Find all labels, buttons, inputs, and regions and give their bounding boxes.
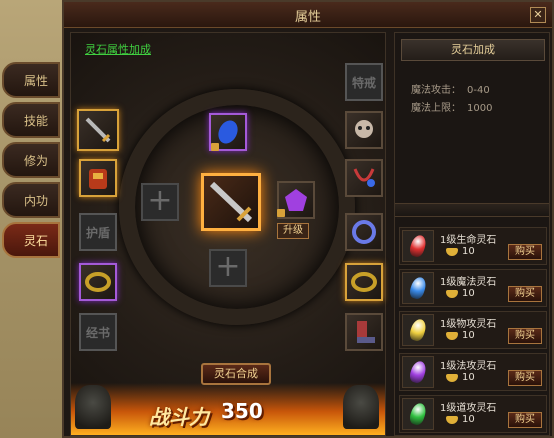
item-name: 1级生命灵石 [440,235,497,246]
shop-item: 1级生命灵石 10 购买 [399,227,547,265]
helmet-slot[interactable] [345,111,383,149]
buy-button[interactable]: 购买 [508,370,542,386]
item-name: 1级法攻灵石 [440,361,497,372]
combat-power-value: 350 [221,399,263,423]
gem-slot[interactable] [402,272,434,304]
sword-icon [209,181,253,223]
armor-icon [89,169,107,189]
empty-gem-slot-left[interactable]: + [141,183,179,221]
locked-slot-label: 经书 [85,325,110,340]
boots-icon [357,321,375,343]
gem-slot[interactable] [402,356,434,388]
bracelet-icon [352,220,376,244]
item-price: 10 [462,330,475,341]
item-name: 1级物攻灵石 [440,319,497,330]
gem-slot[interactable] [402,398,434,430]
skull-helmet-icon [355,120,373,138]
shop-item: 1级物攻灵石 10 购买 [399,311,547,349]
item-name: 1级道攻灵石 [440,403,497,414]
buy-button[interactable]: 购买 [508,286,542,302]
center-weapon-slot[interactable] [201,173,261,231]
gem-icon [407,317,429,343]
locked-slot-label: 特戒 [351,75,376,90]
lock-icon [211,143,219,151]
tab-label: 内功 [23,193,48,208]
gem-slot[interactable] [402,230,434,262]
equipment-panel: 灵石属性加成 护盾 经书 特戒 + + 升级 灵石合成 战斗力 350 [70,32,386,436]
item-name: 1级魔法灵石 [440,277,497,288]
ring-slot-left[interactable] [79,263,117,301]
ring-icon [351,272,377,292]
combat-power-label: 战斗力 [149,405,209,429]
item-price: 10 [462,288,475,299]
upgrade-button[interactable]: 升级 [277,223,309,239]
item-price: 10 [462,372,475,383]
stat-name: 魔法攻击： [411,85,461,96]
armor-slot[interactable] [79,159,117,197]
stat-magic-cap: 魔法上限： 1000 [411,99,492,114]
tab-label: 技能 [23,113,48,128]
gold-ingot-icon [446,248,458,256]
gold-ingot-icon [446,332,458,340]
special-ring-slot[interactable]: 特戒 [345,63,383,101]
combine-button[interactable]: 灵石合成 [201,363,271,385]
locked-slot-label: 护盾 [85,225,110,240]
sword-icon [85,117,111,143]
stat-name: 魔法上限： [411,103,461,114]
shop-item: 1级道攻灵石 10 购买 [399,395,547,433]
spirit-stone-bonus-link[interactable]: 灵石属性加成 [85,41,151,57]
weapon-slot[interactable] [77,109,119,151]
ring-slot-right[interactable] [345,263,383,301]
boots-slot[interactable] [345,313,383,351]
bracelet-slot[interactable] [345,213,383,251]
tab-inner-power[interactable]: 内功 [2,182,60,218]
tab-skills[interactable]: 技能 [2,102,60,138]
gem-icon [407,275,429,301]
stat-value: 0-40 [467,85,490,96]
gold-ingot-icon [446,290,458,298]
bonus-panel: 灵石加成 魔法攻击： 0-40 魔法上限： 1000 1级生命灵石 10 购买 1级… [394,32,550,436]
scripture-slot[interactable]: 经书 [79,313,117,351]
necklace-icon [353,168,375,187]
buy-button[interactable]: 购买 [508,244,542,260]
gem-slot[interactable] [402,314,434,346]
tab-label: 属性 [23,73,48,88]
buy-button[interactable]: 购买 [508,328,542,344]
panel-divider [395,203,549,217]
statue-left [75,385,111,429]
tab-spirit-stone[interactable]: 灵石 [2,222,60,258]
ring-icon [85,272,111,292]
tab-attributes[interactable]: 属性 [2,62,60,98]
gem-icon [407,233,429,259]
tab-label: 修为 [23,153,48,168]
gold-ingot-icon [446,374,458,382]
tab-cultivation[interactable]: 修为 [2,142,60,178]
gem-icon [407,359,429,385]
buy-button[interactable]: 购买 [508,412,542,428]
gold-ingot-icon [446,416,458,424]
close-button[interactable]: ✕ [530,7,546,23]
title-bar: 属性 ✕ [64,2,552,28]
tab-label: 灵石 [23,233,48,248]
shop-item: 1级魔法灵石 10 购买 [399,269,547,307]
lock-icon [277,209,285,217]
attributes-window: 属性 ✕ 灵石属性加成 护盾 经书 特戒 + + 升级 灵石合成 战斗力 350… [62,0,554,438]
statue-right [343,385,379,429]
gem-icon [407,401,429,427]
stat-value: 1000 [467,103,493,114]
window-title: 属性 [294,10,321,25]
shield-slot[interactable]: 护盾 [79,213,117,251]
bonus-header: 灵石加成 [401,39,545,61]
purple-gem-icon [285,189,307,211]
shop-item: 1级法攻灵石 10 购买 [399,353,547,391]
item-price: 10 [462,246,475,257]
empty-gem-slot-bottom[interactable]: + [209,249,247,287]
necklace-slot[interactable] [345,159,383,197]
item-price: 10 [462,414,475,425]
stat-magic-attack: 魔法攻击： 0-40 [411,81,490,96]
